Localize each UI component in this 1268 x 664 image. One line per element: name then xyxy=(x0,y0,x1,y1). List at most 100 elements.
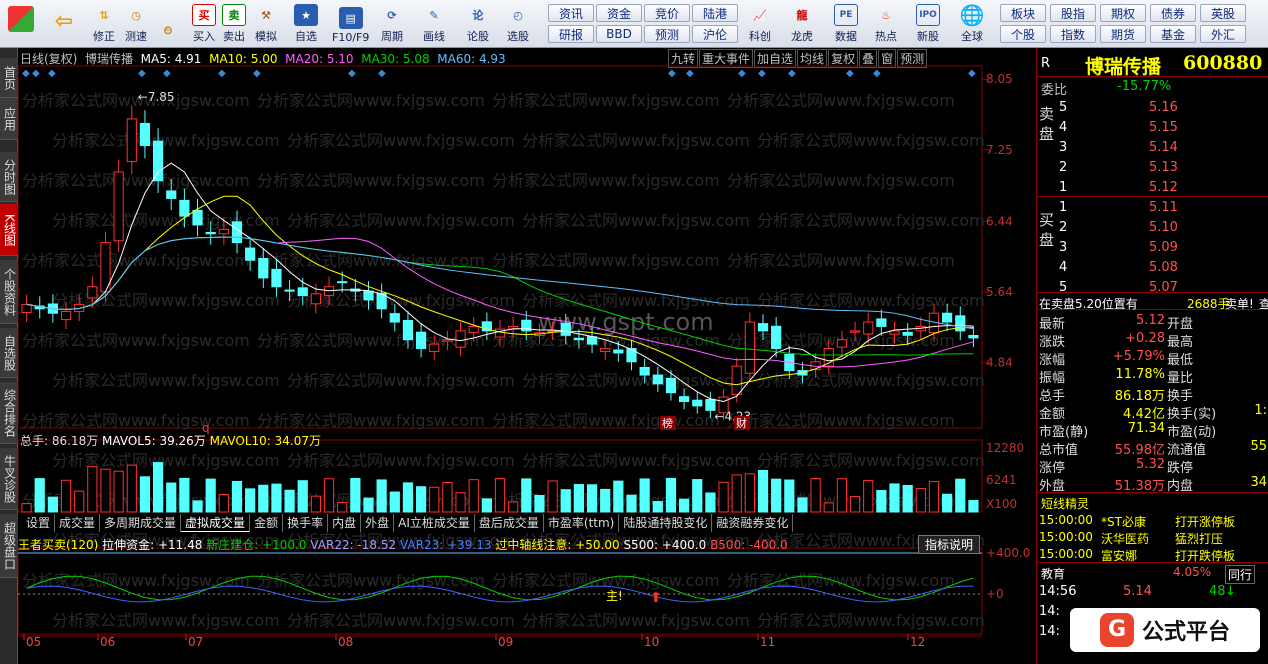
simulate-button[interactable]: ⚒ 模拟 xyxy=(254,2,278,46)
indicator-tab[interactable]: 盘后成交量 xyxy=(475,514,544,532)
watchlist-button[interactable]: ★ 自选 xyxy=(294,2,318,46)
indicator-tab[interactable]: 金额 xyxy=(250,514,284,532)
indicator-help-button[interactable]: 指标说明 xyxy=(918,535,981,554)
sell-button[interactable]: 卖卖出 xyxy=(222,2,246,46)
f10-button[interactable]: ▤ F10/F9 xyxy=(332,2,369,46)
volume-bar xyxy=(468,479,479,513)
buy-level[interactable]: 1 5.11 xyxy=(1037,198,1268,216)
indicator-tab[interactable]: 虚拟成交量 xyxy=(181,514,251,532)
menu-grid-button[interactable] xyxy=(8,2,34,46)
forex-button[interactable]: 外汇 xyxy=(1200,25,1246,43)
indicator-tab[interactable]: 陆股通持股变化 xyxy=(619,514,713,532)
sell-level[interactable]: 1 5.12 xyxy=(1037,178,1268,196)
sidebar-ranking[interactable]: 综合排名 xyxy=(0,382,18,444)
buy-level[interactable]: 3 5.09 xyxy=(1037,238,1268,256)
event-diamond[interactable]: ◆ xyxy=(48,68,56,79)
sidebar-kline[interactable]: K线图 xyxy=(0,204,18,256)
data-button[interactable]: PE 数据 xyxy=(834,2,858,46)
draw-button[interactable]: ✎ 画线 xyxy=(422,2,446,46)
buy-level[interactable]: 4 5.08 xyxy=(1037,258,1268,276)
fast-item[interactable]: 15:00:00 沃华医药 猛烈打压 xyxy=(1037,529,1268,547)
shanghai-london-button[interactable]: 沪伦 xyxy=(692,25,738,43)
star-market-button[interactable]: 📈 科创 xyxy=(748,2,772,46)
indicator-tab[interactable]: 外盘 xyxy=(361,514,395,532)
sell-level[interactable]: 5 5.16 xyxy=(1037,98,1268,116)
candle-body xyxy=(179,199,190,217)
event-diamond[interactable]: ◆ xyxy=(22,68,30,79)
event-diamond[interactable]: ◆ xyxy=(788,68,796,79)
ipo-button[interactable]: IPO 新股 xyxy=(916,2,940,46)
futures-button[interactable]: 期货 xyxy=(1100,25,1146,43)
bbd-button[interactable]: BBD xyxy=(596,25,642,43)
event-diamond[interactable]: ◆ xyxy=(138,68,146,79)
funds2-button[interactable]: 基金 xyxy=(1150,25,1196,43)
peer-button[interactable]: 同行 xyxy=(1225,565,1256,584)
indicator-tab[interactable]: 内盘 xyxy=(328,514,362,532)
speedtest-button[interactable]: ◷ 测速 xyxy=(124,2,148,46)
logo-text: 公式平台 xyxy=(1141,620,1230,645)
event-diamond[interactable]: ◆ xyxy=(218,68,226,79)
volume-bar xyxy=(415,486,427,513)
event-diamond[interactable]: ◆ xyxy=(32,68,40,79)
research-button[interactable]: 研报 xyxy=(548,25,594,43)
revise-button[interactable]: ⇅ 修正 xyxy=(92,2,116,46)
hk-connect-button[interactable]: 陆港 xyxy=(692,4,738,22)
kline-chart-area[interactable]: 日线(复权) 博瑞传播 MA5: 4.91 MA10: 5.00 MA20: 5… xyxy=(18,48,1034,664)
event-diamond[interactable]: ◆ xyxy=(686,68,694,79)
hot-button[interactable]: ♨ 热点 xyxy=(874,2,898,46)
forecast-button[interactable]: 预测 xyxy=(644,25,690,43)
event-diamond[interactable]: ◆ xyxy=(253,68,261,79)
stocks-button[interactable]: 个股 xyxy=(1000,25,1046,43)
event-diamond[interactable]: ◆ xyxy=(738,68,746,79)
event-diamond[interactable]: ◆ xyxy=(378,68,386,79)
dragon-tiger-button[interactable]: 龍龙虎 xyxy=(790,2,814,46)
period-button[interactable]: ⟳ 周期 xyxy=(380,2,404,46)
indicator-tab[interactable]: 市盈率(ttm) xyxy=(544,514,620,532)
back-button[interactable]: ⇦ xyxy=(52,2,76,46)
indicator-tab[interactable]: 成交量 xyxy=(55,514,101,532)
event-mark-q[interactable]: q xyxy=(202,421,210,435)
forum-button[interactable]: 论论股 xyxy=(466,2,490,46)
event-diamond[interactable]: ◆ xyxy=(758,68,766,79)
note-query-button[interactable]: 查 xyxy=(1259,295,1268,312)
auction-button[interactable]: 竞价 xyxy=(644,4,690,22)
sell-level[interactable]: 2 5.13 xyxy=(1037,158,1268,176)
buy-level[interactable]: 2 5.10 xyxy=(1037,218,1268,236)
indicator-tab[interactable]: 融资融券变化 xyxy=(712,514,794,532)
event-diamond[interactable]: ◆ xyxy=(348,68,356,79)
event-diamond[interactable]: ◆ xyxy=(668,68,676,79)
event-diamond[interactable]: ◆ xyxy=(873,68,881,79)
funds-button[interactable]: 资金 xyxy=(596,4,642,22)
sell-level[interactable]: 3 5.14 xyxy=(1037,138,1268,156)
global-button[interactable]: 🌐 全球 xyxy=(960,2,985,46)
sidebar-watchlist[interactable]: 自选股 xyxy=(0,328,18,378)
news-button[interactable]: 资讯 xyxy=(548,4,594,22)
indicator-tab[interactable]: 多周期成交量 xyxy=(100,514,182,532)
buy-button[interactable]: 买买入 xyxy=(192,2,216,46)
sidebar-super-order[interactable]: 超级盘口 xyxy=(0,514,18,578)
sidebar-stock-info[interactable]: 个股资料 xyxy=(0,260,18,324)
bonds-button[interactable]: 债券 xyxy=(1150,4,1196,22)
event-diamond[interactable]: ◆ xyxy=(163,68,171,79)
indices-button[interactable]: 指数 xyxy=(1050,25,1096,43)
stockpick-button[interactable]: ◴ 选股 xyxy=(506,2,530,46)
speedtest2-button[interactable]: ⏲ xyxy=(156,2,180,46)
fast-item[interactable]: 15:00:00 *ST必康 打开涨停板 xyxy=(1037,512,1268,530)
sidebar-home[interactable]: 首页 xyxy=(0,58,18,98)
indicator-tab[interactable]: AI立桩成交量 xyxy=(394,514,475,532)
sell-level[interactable]: 4 5.15 xyxy=(1037,118,1268,136)
event-diamond[interactable]: ◆ xyxy=(846,68,854,79)
indicator-tab[interactable]: 换手率 xyxy=(283,514,329,532)
index-futures-button[interactable]: 股指 xyxy=(1050,4,1096,22)
event-diamond[interactable]: ◆ xyxy=(968,68,976,79)
indicator-tab[interactable]: 设置 xyxy=(22,514,56,532)
sidebar-timeshare[interactable]: 分时图 xyxy=(0,152,18,202)
order-note: 在卖盘5.20位置有 2688手 卖单! 查 xyxy=(1037,292,1268,312)
options-button[interactable]: 期权 xyxy=(1100,4,1146,22)
sidebar-apps[interactable]: 应用 xyxy=(0,98,18,140)
volume-bar xyxy=(757,469,769,513)
sidebar-diagnosis[interactable]: 牛叉诊股 xyxy=(0,448,18,510)
sector-button[interactable]: 板块 xyxy=(1000,4,1046,22)
uk-stocks-button[interactable]: 英股 xyxy=(1200,4,1246,22)
level-price: 5.10 xyxy=(1149,220,1178,235)
